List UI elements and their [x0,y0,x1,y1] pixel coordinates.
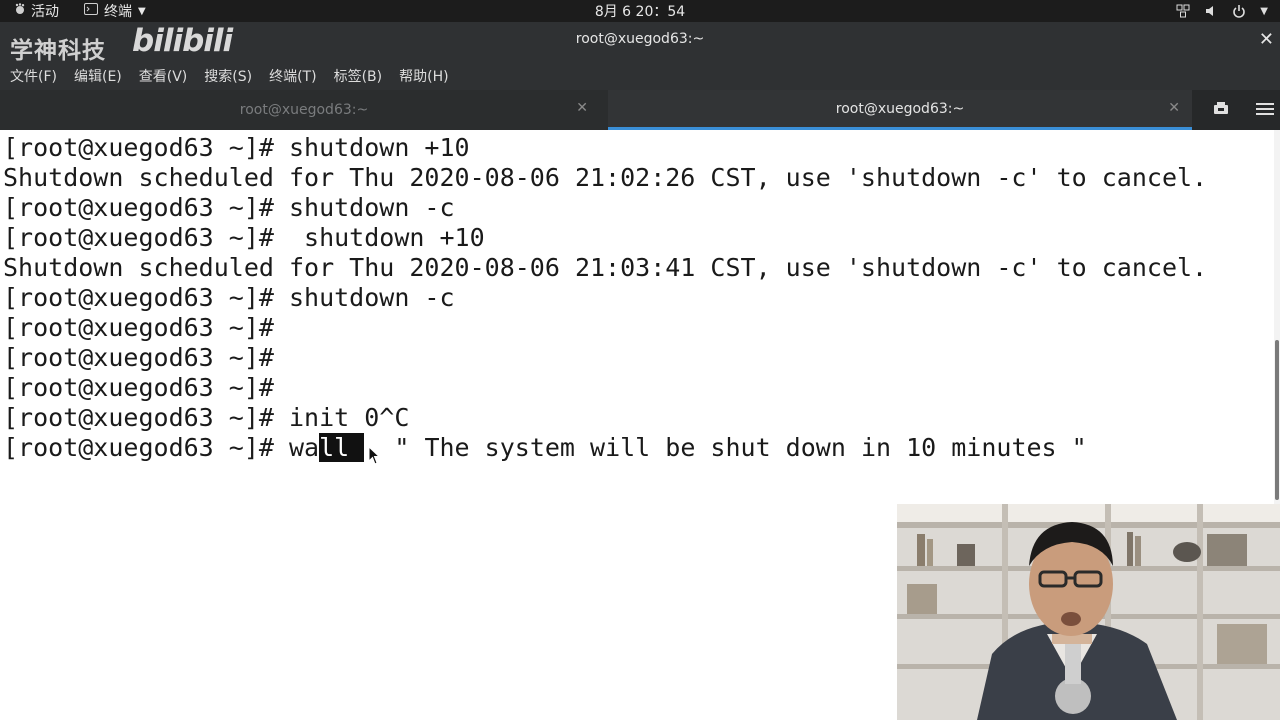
tab-label: root@xuegod63:~ [239,102,369,118]
menu-edit[interactable]: 编辑(E) [64,66,122,86]
menu-view[interactable]: 查看(V) [129,66,188,86]
menu-search[interactable]: 搜索(S) [194,66,252,86]
tab-close-icon[interactable]: ✕ [576,100,588,116]
terminal-line: [root@xuegod63 ~]# init 0^C [3,403,410,432]
activities-button[interactable]: 活动 [14,1,59,21]
webcam-video-image [897,504,1280,720]
app-menu-terminal[interactable]: 终端 ▼ [84,1,146,21]
terminal-line: Shutdown scheduled for Thu 2020-08-06 21… [3,253,1208,282]
system-tray[interactable]: ▼ [1176,0,1268,22]
menu-tabs[interactable]: 标签(B) [324,66,383,86]
terminal-line: [root@xuegod63 ~]# [3,373,274,402]
xueshen-logo: 学神科技 [10,38,106,64]
window-close-button[interactable]: ✕ [1259,29,1274,50]
menu-help[interactable]: 帮助(H) [389,66,448,86]
menu-terminal[interactable]: 终端(T) [259,66,316,86]
mouse-pointer-icon [368,443,381,472]
network-icon [1176,4,1190,18]
terminal-icon [84,3,98,19]
scrollbar-thumb[interactable] [1275,340,1279,500]
webcam-overlay [897,504,1280,720]
terminal-line: [root@xuegod63 ~]# [3,313,274,342]
terminal-line: [root@xuegod63 ~]# shutdown -c [3,283,455,312]
gnome-top-bar: 活动 终端 ▼ 8月 6 20：54 ▼ [0,0,1280,22]
terminal-line: [root@xuegod63 ~]# shutdown +10 [3,133,470,162]
tab-terminal-1[interactable]: root@xuegod63:~ ✕ [0,90,608,130]
terminal-line: [root@xuegod63 ~]# [3,343,274,372]
window-titlebar[interactable]: 学神科技 bilibili root@xuegod63:~ ✕ [0,22,1280,64]
tab-bar: root@xuegod63:~ ✕ root@xuegod63:~ ✕ [0,90,1280,130]
terminal-line: [root@xuegod63 ~]# shutdown +10 [3,223,485,252]
bilibili-logo: bilibili [132,23,233,59]
menu-bar: 文件(F) 编辑(E) 查看(V) 搜索(S) 终端(T) 标签(B) 帮助(H… [0,62,1280,90]
tab-close-icon[interactable]: ✕ [1168,100,1180,116]
volume-icon [1204,4,1218,18]
tab-terminal-2[interactable]: root@xuegod63:~ ✕ [608,90,1192,130]
new-tab-icon[interactable] [1212,100,1230,122]
terminal-current-line: [root@xuegod63 ~]# wall " The system wil… [3,433,1087,463]
chevron-down-icon: ▼ [138,5,146,17]
clock[interactable]: 8月 6 20：54 [595,4,685,20]
activities-label: 活动 [31,4,59,20]
app-menu-label: 终端 [104,4,132,20]
gnome-foot-icon [14,3,26,19]
terminal-line: Shutdown scheduled for Thu 2020-08-06 21… [3,163,1208,192]
tab-label: root@xuegod63:~ [835,100,965,117]
prompt: [root@xuegod63 ~]# [3,433,289,462]
terminal-line: [root@xuegod63 ~]# shutdown -c [3,193,455,222]
selected-text: ll [319,433,365,462]
menu-file[interactable]: 文件(F) [0,66,57,86]
command-args: " The system will be shut down in 10 min… [364,433,1087,462]
command-text: wa [288,433,320,462]
chevron-down-icon: ▼ [1260,5,1268,17]
power-icon [1232,4,1246,18]
tab-menu-icon[interactable] [1256,100,1274,122]
